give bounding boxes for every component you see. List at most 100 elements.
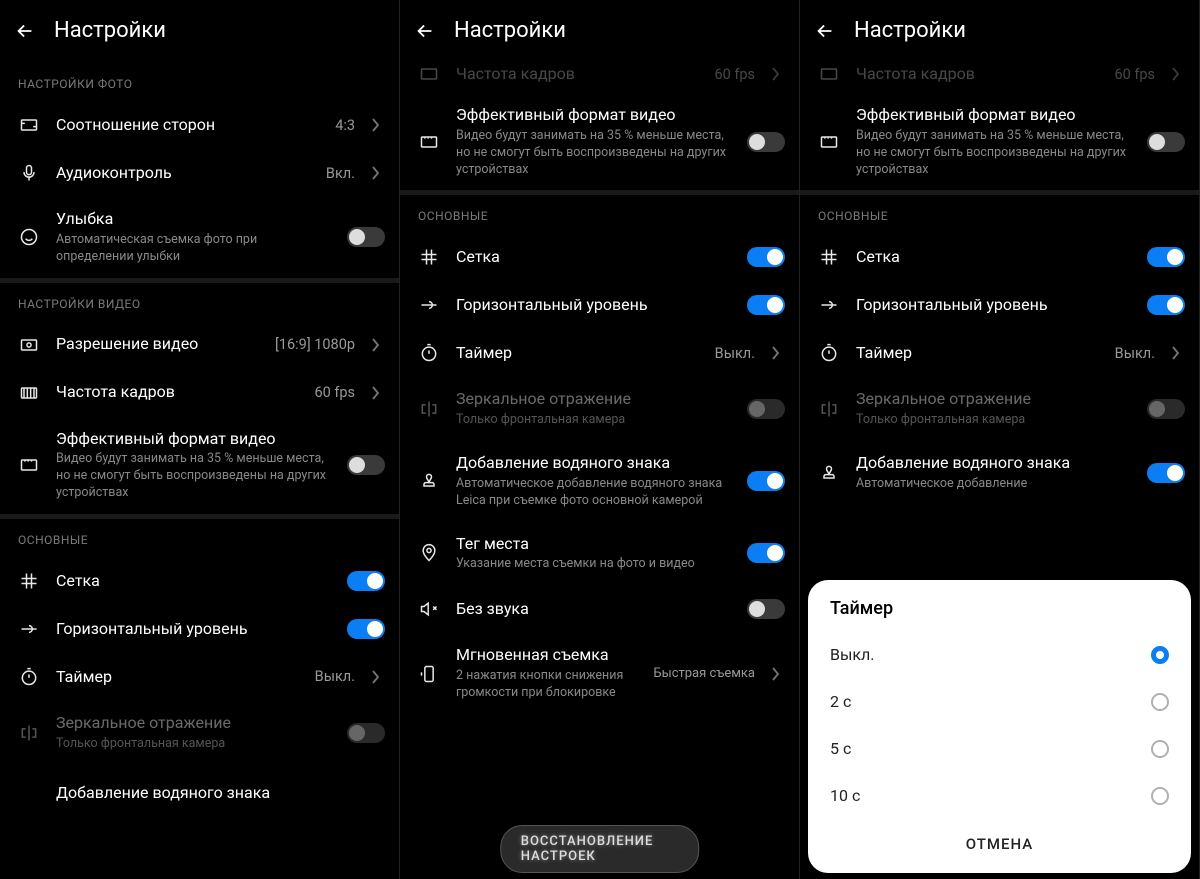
grid-icon bbox=[418, 246, 440, 268]
level-toggle[interactable] bbox=[1147, 295, 1185, 315]
mirror-sub: Только фронтальная камера bbox=[56, 736, 331, 753]
back-icon[interactable] bbox=[814, 20, 836, 42]
level-row[interactable]: Горизонтальный уровень bbox=[400, 281, 799, 329]
timer-value: Выкл. bbox=[315, 668, 355, 685]
back-icon[interactable] bbox=[14, 20, 36, 42]
audio-control-row[interactable]: Аудиоконтроль Вкл. bbox=[0, 149, 399, 197]
page-title: Настройки bbox=[54, 18, 166, 43]
timer-row[interactable]: Таймер Выкл. bbox=[400, 329, 799, 377]
timer-value: Выкл. bbox=[715, 345, 755, 362]
eff-label: Эффективный формат видео bbox=[56, 429, 331, 450]
location-icon bbox=[418, 542, 440, 564]
chevron-icon bbox=[371, 386, 385, 400]
geotag-toggle[interactable] bbox=[747, 543, 785, 563]
mute-toggle[interactable] bbox=[747, 599, 785, 619]
grid-toggle[interactable] bbox=[1147, 247, 1185, 267]
audio-label: Аудиоконтроль bbox=[56, 163, 310, 184]
chevron-icon bbox=[771, 67, 785, 81]
phone-icon bbox=[418, 663, 440, 685]
timer-row[interactable]: Таймер Выкл. bbox=[800, 329, 1199, 377]
aspect-ratio-row[interactable]: Соотношение сторон 4:3 bbox=[0, 101, 399, 149]
fps-row-cut: Частота кадров 60 fps bbox=[400, 63, 799, 93]
resolution-value: [16:9] 1080p bbox=[275, 336, 355, 353]
page-title: Настройки bbox=[854, 18, 966, 43]
timer-option-off[interactable]: Выкл. bbox=[808, 631, 1191, 678]
instant-row[interactable]: Мгновенная съемка 2 нажатия кнопки сниже… bbox=[400, 633, 799, 714]
section-main: ОСНОВНЫЕ bbox=[400, 195, 799, 233]
eff-toggle[interactable] bbox=[347, 455, 385, 475]
timer-icon bbox=[418, 342, 440, 364]
watermark-sub: Автоматическое добавление bbox=[856, 476, 1131, 493]
sheet-title: Таймер bbox=[808, 598, 1191, 631]
aspect-value: 4:3 bbox=[335, 117, 355, 134]
eff-toggle[interactable] bbox=[747, 132, 785, 152]
watermark-row[interactable]: Добавление водяного знака Автоматическое… bbox=[800, 441, 1199, 505]
watermark-label: Добавление водяного знака bbox=[856, 453, 1131, 474]
instant-value: Быстрая съемка bbox=[653, 666, 755, 681]
timer-label: Таймер bbox=[456, 343, 699, 364]
sheet-cancel-button[interactable]: ОТМЕНА bbox=[808, 819, 1191, 867]
opt-label: 10 с bbox=[830, 786, 860, 805]
fps-label: Частота кадров bbox=[56, 382, 298, 403]
aspect-icon bbox=[18, 114, 40, 136]
timer-option-10s[interactable]: 10 с bbox=[808, 772, 1191, 819]
settings-panel-3: Настройки Частота кадров 60 fps Эффектив… bbox=[800, 0, 1200, 879]
watermark-toggle[interactable] bbox=[747, 471, 785, 491]
grid-icon bbox=[18, 570, 40, 592]
mirror-row: Зеркальное отражение Только фронтальная … bbox=[0, 701, 399, 765]
watermark-sub: Автоматическое добавление водяного знака… bbox=[456, 476, 731, 510]
grid-toggle[interactable] bbox=[347, 571, 385, 591]
level-icon bbox=[418, 294, 440, 316]
grid-row[interactable]: Сетка bbox=[400, 233, 799, 281]
grid-row[interactable]: Сетка bbox=[800, 233, 1199, 281]
mirror-toggle bbox=[747, 399, 785, 419]
mirror-icon bbox=[418, 398, 440, 420]
chevron-icon bbox=[371, 338, 385, 352]
mute-row[interactable]: Без звука bbox=[400, 585, 799, 633]
film-icon bbox=[818, 131, 840, 153]
watermark-row[interactable]: Добавление водяного знака Автоматическое… bbox=[400, 441, 799, 522]
geotag-row[interactable]: Тег места Указание места съемки на фото … bbox=[400, 522, 799, 586]
level-label: Горизонтальный уровень bbox=[456, 295, 731, 316]
fps-row[interactable]: Частота кадров 60 fps bbox=[0, 369, 399, 417]
efficient-video-row[interactable]: Эффективный формат видео Видео будут зан… bbox=[0, 417, 399, 514]
smile-toggle[interactable] bbox=[347, 227, 385, 247]
back-icon[interactable] bbox=[414, 20, 436, 42]
level-toggle[interactable] bbox=[747, 295, 785, 315]
smile-icon bbox=[18, 226, 40, 248]
fps-value: 60 fps bbox=[314, 384, 355, 401]
efficient-video-row[interactable]: Эффективный формат видео Видео будут зан… bbox=[400, 93, 799, 190]
timer-option-2s[interactable]: 2 с bbox=[808, 678, 1191, 725]
timer-option-5s[interactable]: 5 с bbox=[808, 725, 1191, 772]
mirror-toggle bbox=[347, 723, 385, 743]
radio bbox=[1151, 693, 1169, 711]
chevron-icon bbox=[771, 667, 785, 681]
settings-panel-2: Настройки Частота кадров 60 fps Эффектив… bbox=[400, 0, 800, 879]
timer-row[interactable]: Таймер Выкл. bbox=[0, 653, 399, 701]
level-toggle[interactable] bbox=[347, 619, 385, 639]
grid-icon bbox=[818, 246, 840, 268]
film-icon bbox=[18, 454, 40, 476]
level-row[interactable]: Горизонтальный уровень bbox=[0, 605, 399, 653]
grid-row[interactable]: Сетка bbox=[0, 557, 399, 605]
smile-label: Улыбка bbox=[56, 209, 331, 230]
level-icon bbox=[18, 618, 40, 640]
level-label: Горизонтальный уровень bbox=[856, 295, 1131, 316]
level-row[interactable]: Горизонтальный уровень bbox=[800, 281, 1199, 329]
watermark-label: Добавление водяного знака bbox=[456, 453, 731, 474]
mirror-label: Зеркальное отражение bbox=[56, 713, 331, 734]
watermark-row[interactable]: Добавление водяного знака bbox=[0, 765, 399, 813]
smile-row[interactable]: Улыбка Автоматическая съемка фото при оп… bbox=[0, 197, 399, 278]
efficient-video-row[interactable]: Эффективный формат видео Видео будут зан… bbox=[800, 93, 1199, 190]
instant-label: Мгновенная съемка bbox=[456, 645, 637, 666]
fps-value: 60 fps bbox=[1114, 66, 1155, 83]
stamp-icon bbox=[18, 783, 40, 805]
reset-button[interactable]: ВОССТАНОВЛЕНИЕ НАСТРОЕК bbox=[500, 825, 700, 873]
chevron-icon bbox=[371, 118, 385, 132]
grid-toggle[interactable] bbox=[747, 247, 785, 267]
mic-icon bbox=[18, 162, 40, 184]
eff-label: Эффективный формат видео bbox=[856, 105, 1131, 126]
resolution-row[interactable]: Разрешение видео [16:9] 1080p bbox=[0, 321, 399, 369]
watermark-toggle[interactable] bbox=[1147, 463, 1185, 483]
eff-toggle[interactable] bbox=[1147, 132, 1185, 152]
